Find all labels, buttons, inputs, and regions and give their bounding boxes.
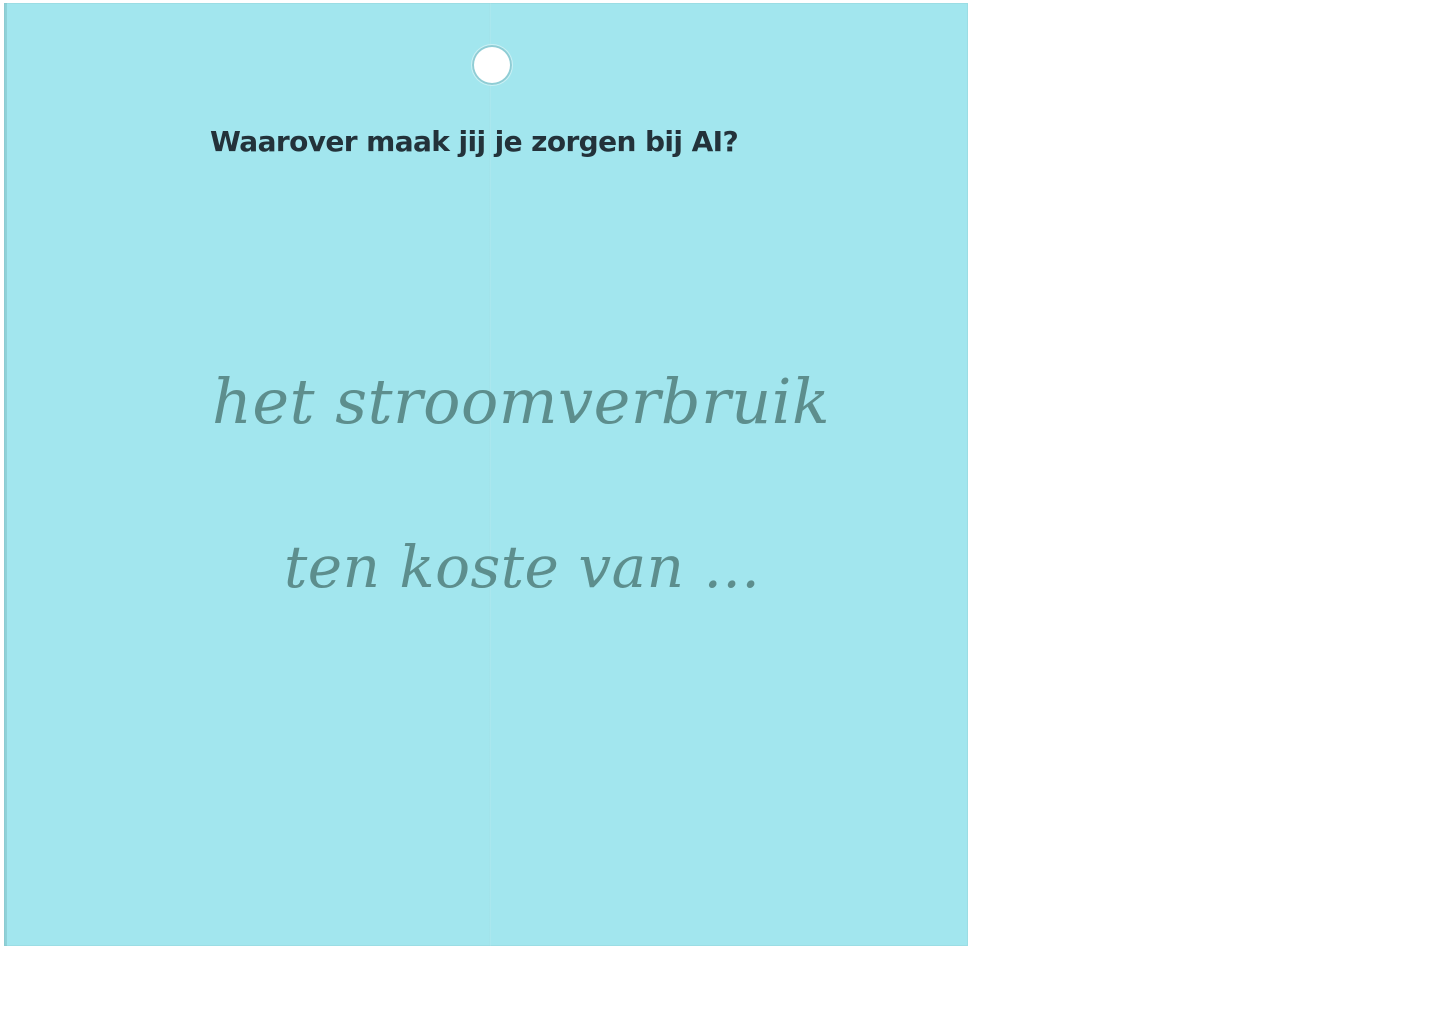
card-question: Waarover maak jij je zorgen bij AI? xyxy=(210,125,739,158)
handwritten-answer-line-2: ten koste van ... xyxy=(284,533,761,601)
punch-hole xyxy=(472,45,512,85)
handwritten-answer-line-1: het stroomverbruik xyxy=(212,365,831,438)
scanned-page: Waarover maak jij je zorgen bij AI? het … xyxy=(0,0,1432,1010)
card-edge xyxy=(4,3,7,946)
question-card: Waarover maak jij je zorgen bij AI? het … xyxy=(4,3,968,946)
